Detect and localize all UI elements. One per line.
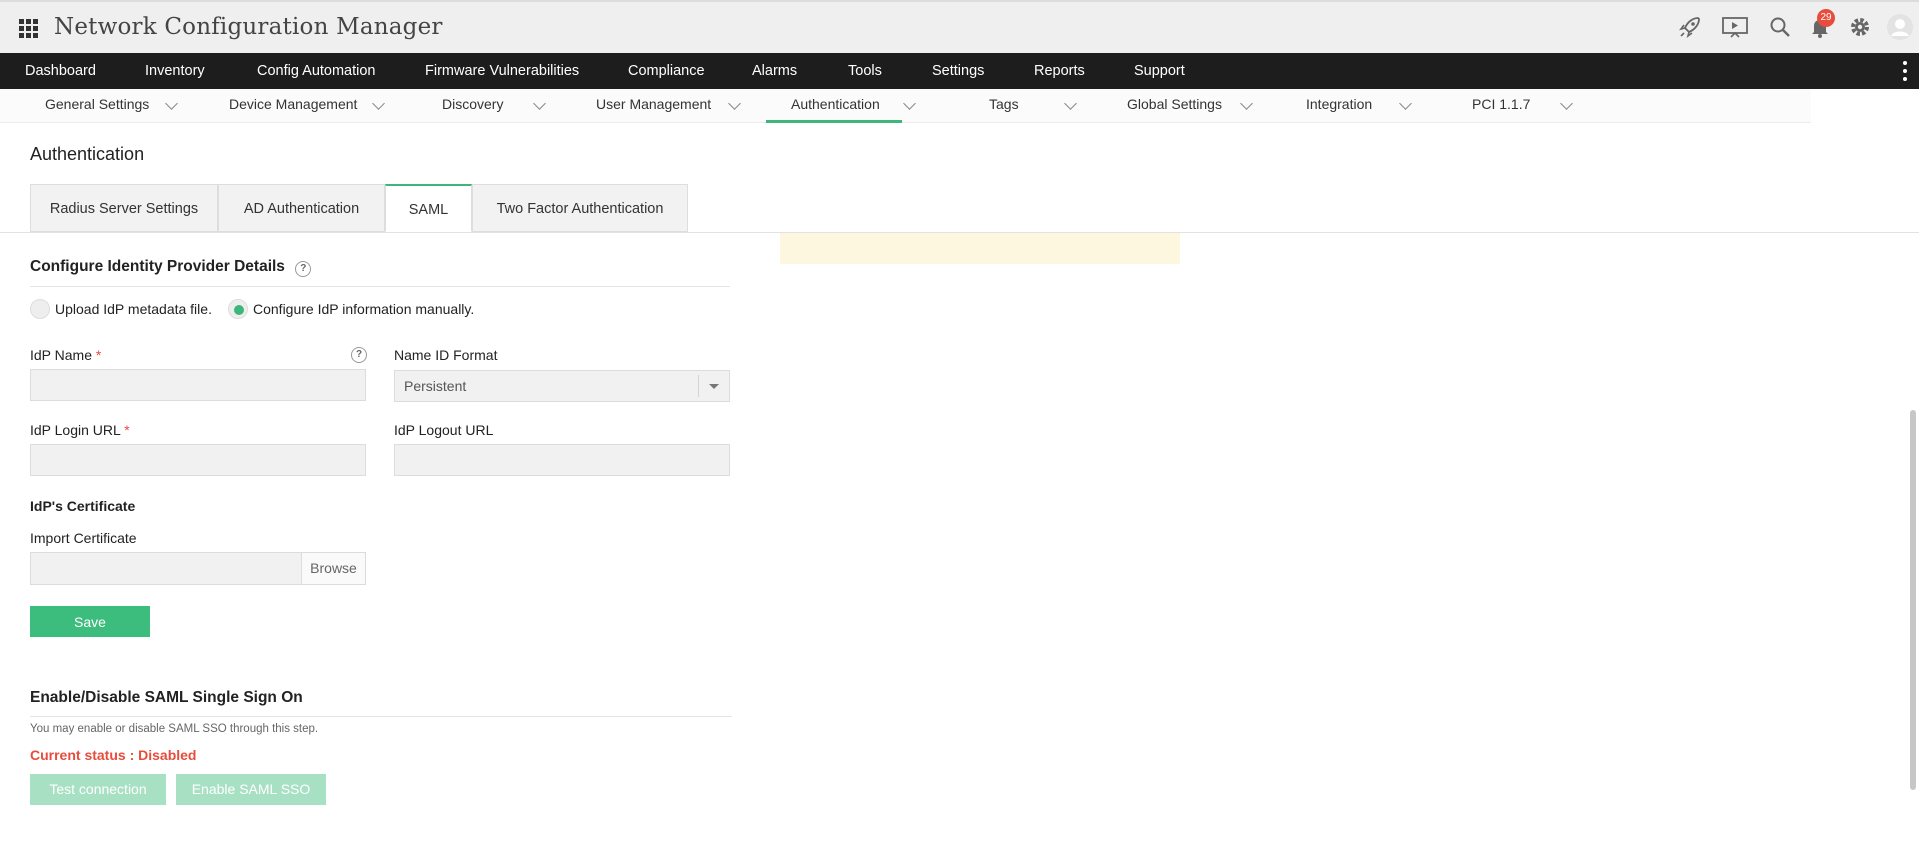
- help-icon[interactable]: ?: [295, 261, 312, 277]
- tab-ad-authentication[interactable]: AD Authentication: [218, 184, 385, 232]
- help-icon[interactable]: ?: [351, 347, 367, 363]
- main-navigation: Dashboard Inventory Config Automation Fi…: [0, 53, 1919, 89]
- save-button[interactable]: Save: [30, 606, 150, 637]
- idp-login-url-label: IdP Login URL *: [30, 422, 130, 438]
- nav-firmware-vulnerabilities[interactable]: Firmware Vulnerabilities: [425, 53, 579, 89]
- required-mark: *: [124, 422, 130, 438]
- nav-tools[interactable]: Tools: [848, 53, 882, 89]
- page-title: Authentication: [30, 144, 145, 164]
- radio-configure-manually[interactable]: Configure IdP information manually.: [228, 298, 474, 320]
- more-menu-icon[interactable]: [1902, 61, 1908, 83]
- tab-radius-server-settings[interactable]: Radius Server Settings: [30, 184, 218, 232]
- rocket-icon[interactable]: [1678, 15, 1702, 39]
- idp-section-title-text: Configure Identity Provider Details: [30, 258, 285, 275]
- info-banner: [780, 233, 1180, 264]
- user-avatar-icon[interactable]: [1886, 13, 1914, 41]
- enable-saml-sso-button[interactable]: Enable SAML SSO: [176, 774, 326, 805]
- nav-config-automation[interactable]: Config Automation: [257, 53, 376, 89]
- notification-badge: 29: [1817, 9, 1835, 27]
- nav-inventory[interactable]: Inventory: [145, 53, 205, 89]
- required-mark: *: [95, 347, 102, 363]
- certificate-file-input[interactable]: [30, 552, 302, 585]
- presentation-icon[interactable]: [1721, 15, 1749, 39]
- idp-name-label-text: IdP Name: [30, 347, 92, 363]
- tab-two-factor-authentication[interactable]: Two Factor Authentication: [472, 184, 688, 232]
- browse-button[interactable]: Browse: [301, 552, 366, 585]
- idp-certificate-heading: IdP's Certificate: [30, 498, 136, 514]
- nav-alarms[interactable]: Alarms: [752, 53, 797, 89]
- gear-icon[interactable]: [1848, 15, 1872, 39]
- tab-saml[interactable]: SAML: [385, 184, 472, 232]
- import-certificate-label: Import Certificate: [30, 530, 137, 546]
- subnav-device-management[interactable]: Device Management: [229, 89, 357, 122]
- test-connection-button[interactable]: Test connection: [30, 774, 166, 805]
- dropdown-arrow-icon[interactable]: [709, 384, 719, 389]
- section-divider: [30, 716, 732, 717]
- apps-grid-icon[interactable]: [19, 19, 39, 39]
- idp-name-label: IdP Name *: [30, 347, 101, 363]
- subnav-discovery[interactable]: Discovery: [442, 89, 503, 122]
- nav-dashboard[interactable]: Dashboard: [25, 53, 96, 89]
- subnav-global-settings[interactable]: Global Settings: [1127, 89, 1222, 122]
- idp-login-url-input[interactable]: [30, 444, 366, 476]
- radio-button-icon[interactable]: [30, 299, 50, 319]
- subnav-pci[interactable]: PCI 1.1.7: [1472, 89, 1530, 122]
- active-subnav-indicator: [766, 120, 902, 123]
- name-id-format-value: Persistent: [404, 378, 467, 394]
- radio-manual-label: Configure IdP information manually.: [253, 301, 475, 317]
- radio-button-selected-icon[interactable]: [228, 299, 248, 319]
- subnav-general-settings[interactable]: General Settings: [45, 89, 149, 122]
- radio-upload-label: Upload IdP metadata file.: [55, 301, 212, 317]
- nav-settings[interactable]: Settings: [932, 53, 984, 89]
- idp-logout-url-input[interactable]: [394, 444, 730, 476]
- subnav-authentication[interactable]: Authentication: [791, 89, 880, 122]
- name-id-format-label: Name ID Format: [394, 347, 498, 363]
- idp-section-title: Configure Identity Provider Details ?: [30, 258, 312, 277]
- subnav-user-management[interactable]: User Management: [596, 89, 711, 122]
- scrollbar[interactable]: [1910, 410, 1916, 790]
- app-title: Network Configuration Manager: [54, 14, 443, 40]
- sso-note: You may enable or disable SAML SSO throu…: [30, 723, 319, 735]
- nav-support[interactable]: Support: [1134, 53, 1185, 89]
- idp-logout-url-label: IdP Logout URL: [394, 422, 494, 438]
- sso-section-title: Enable/Disable SAML Single Sign On: [30, 689, 303, 706]
- subnav-tags[interactable]: Tags: [989, 89, 1019, 122]
- subnav-integration[interactable]: Integration: [1306, 89, 1372, 122]
- section-divider: [30, 286, 730, 287]
- search-icon[interactable]: [1768, 15, 1792, 39]
- radio-upload-metadata[interactable]: Upload IdP metadata file.: [30, 298, 212, 320]
- select-divider: [698, 375, 699, 397]
- idp-name-input[interactable]: [30, 369, 366, 401]
- name-id-format-select[interactable]: Persistent: [394, 370, 730, 402]
- nav-reports[interactable]: Reports: [1034, 53, 1085, 89]
- sso-status: Current status : Disabled: [30, 747, 197, 763]
- idp-login-url-label-text: IdP Login URL: [30, 422, 121, 438]
- top-header: Network Configuration Manager: [0, 0, 1919, 53]
- nav-compliance[interactable]: Compliance: [628, 53, 705, 89]
